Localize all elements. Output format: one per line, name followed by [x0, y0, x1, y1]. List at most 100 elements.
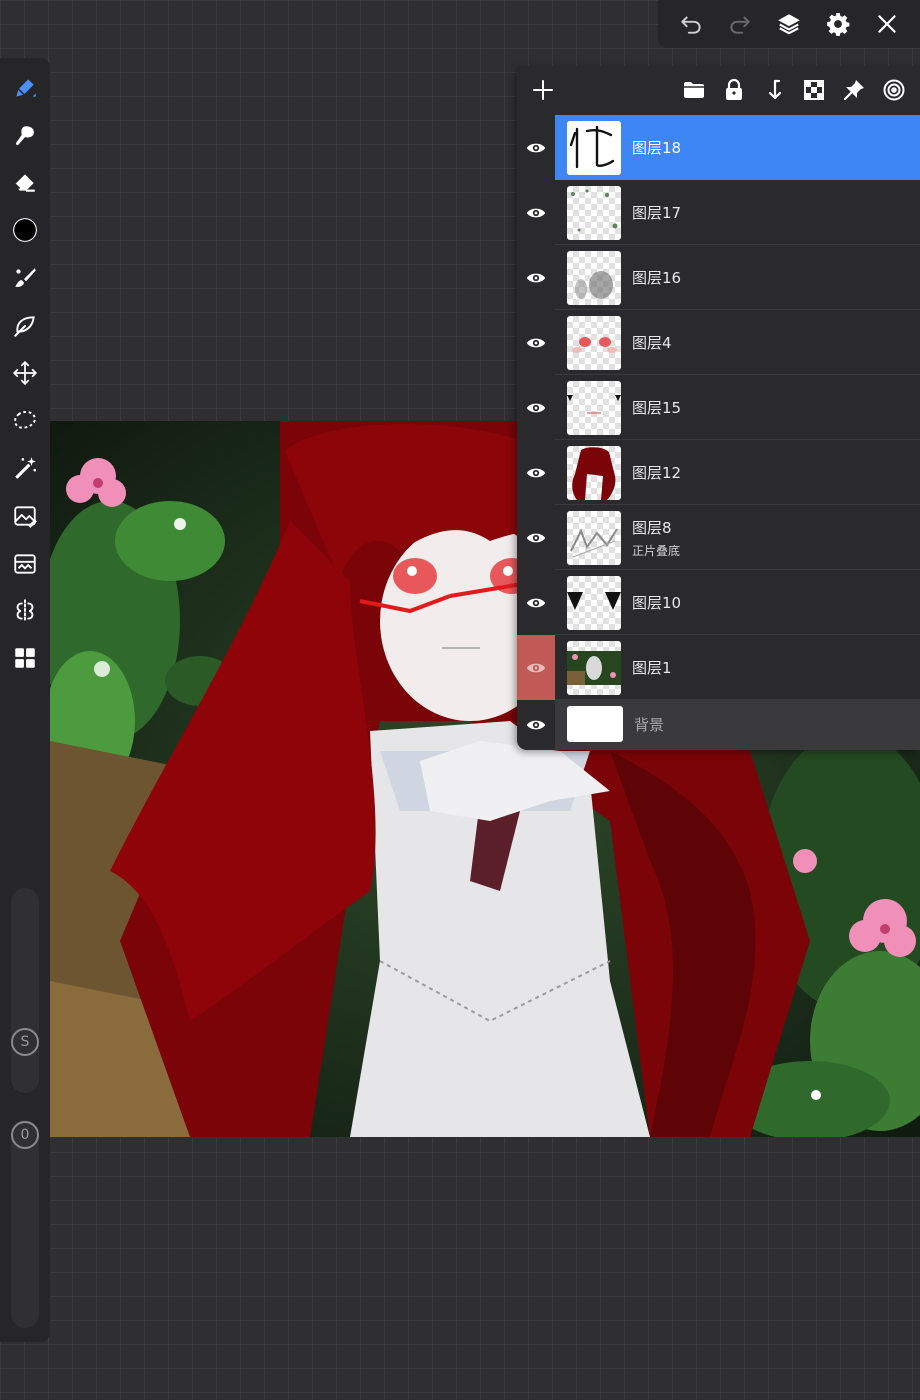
- visibility-toggle[interactable]: [517, 310, 555, 375]
- visibility-toggle[interactable]: [517, 635, 555, 700]
- eye-icon: [526, 663, 546, 672]
- redo-icon: [730, 16, 750, 34]
- symmetry-tool[interactable]: [7, 593, 43, 629]
- pin-button[interactable]: [838, 74, 870, 106]
- color-swatch-icon: [13, 218, 37, 242]
- eye-icon: [526, 208, 546, 217]
- folder-icon: [684, 82, 704, 98]
- close-icon: [878, 15, 897, 33]
- lock-layer-button[interactable]: [718, 74, 750, 106]
- visibility-toggle[interactable]: [517, 375, 555, 440]
- undo-icon: [680, 16, 701, 34]
- fill-tool[interactable]: [7, 308, 43, 344]
- eraser-icon: [14, 174, 35, 192]
- add-layer-button[interactable]: [527, 74, 559, 106]
- opacity-slider[interactable]: [11, 1120, 39, 1328]
- layer-row[interactable]: 图层12: [517, 440, 920, 505]
- size-slider-label: S: [11, 1028, 39, 1056]
- layers-icon: [778, 14, 800, 35]
- layer-name: 背景: [634, 716, 665, 734]
- layer-name: 图层16: [632, 269, 682, 287]
- layer-row[interactable]: 图层18: [517, 115, 920, 180]
- left-toolbar: S 0: [0, 58, 50, 1342]
- layer-row[interactable]: 图层1: [517, 635, 920, 700]
- layer-thumbnail: [567, 251, 621, 305]
- transform-tool[interactable]: [7, 355, 43, 391]
- visibility-toggle[interactable]: [517, 115, 555, 180]
- background-color-swatch: [567, 706, 623, 742]
- gear-icon: [827, 13, 850, 36]
- layer-name: 图层10: [632, 594, 682, 612]
- new-folder-button[interactable]: [678, 74, 710, 106]
- leaf-icon: [14, 316, 35, 337]
- layer-thumbnail: [567, 641, 621, 695]
- settings-button[interactable]: [821, 7, 855, 41]
- layers-button[interactable]: [772, 7, 806, 41]
- layer-row[interactable]: 图层10: [517, 570, 920, 635]
- lock-icon: [726, 78, 742, 100]
- layer-name: 图层8: [632, 519, 672, 537]
- add-icon: [533, 80, 553, 100]
- smudge-tool[interactable]: [7, 118, 43, 154]
- eye-icon: [526, 143, 546, 152]
- merge-down-button[interactable]: [758, 74, 790, 106]
- magic-wand-icon: [15, 457, 37, 479]
- move-icon: [13, 361, 37, 385]
- eye-icon: [526, 338, 546, 347]
- visibility-toggle[interactable]: [517, 180, 555, 245]
- reference-icon: [14, 554, 36, 574]
- color-picker[interactable]: [7, 212, 43, 248]
- eye-icon: [526, 273, 546, 282]
- visibility-toggle[interactable]: [517, 570, 555, 635]
- layer-row[interactable]: 图层15: [517, 375, 920, 440]
- visibility-toggle[interactable]: [517, 700, 555, 750]
- image-edit-icon: [14, 506, 37, 528]
- top-toolbar: [658, 0, 920, 48]
- layer-thumbnail: [567, 186, 621, 240]
- layer-name: 图层17: [632, 204, 682, 222]
- pen-tool[interactable]: [7, 70, 43, 106]
- layer-thumbnail: [567, 446, 621, 500]
- lasso-tool[interactable]: [7, 403, 43, 439]
- eye-icon: [526, 468, 546, 477]
- target-icon: [883, 79, 905, 101]
- gallery-tool[interactable]: [7, 640, 43, 676]
- layer-row[interactable]: 图层16: [517, 245, 920, 310]
- visibility-toggle[interactable]: [517, 505, 555, 570]
- eye-icon: [526, 598, 546, 607]
- size-slider[interactable]: [11, 888, 39, 1093]
- grid-icon: [15, 648, 35, 668]
- layer-name: 图层18: [632, 139, 682, 157]
- brush-tool[interactable]: [7, 260, 43, 296]
- visibility-toggle[interactable]: [517, 440, 555, 505]
- layers-panel: 图层18 图层17 图层16 图层4 图层15 图层12 图层8 正片叠底 图层…: [517, 66, 920, 750]
- merge-down-icon: [768, 79, 782, 100]
- reference-layer-button[interactable]: [878, 74, 910, 106]
- layer-row[interactable]: 图层8 正片叠底: [517, 505, 920, 570]
- layer-thumbnail: [567, 381, 621, 435]
- eye-icon: [526, 403, 546, 412]
- eye-icon: [526, 720, 546, 730]
- layer-thumbnail: [567, 576, 621, 630]
- redo-button[interactable]: [723, 7, 757, 41]
- alpha-lock-button[interactable]: [798, 74, 830, 106]
- undo-button[interactable]: [674, 7, 708, 41]
- opacity-slider-label: 0: [11, 1121, 39, 1149]
- layer-thumbnail: [567, 511, 621, 565]
- layer-name: 图层12: [632, 464, 682, 482]
- background-layer-row[interactable]: 背景: [517, 700, 920, 750]
- layers-panel-header: [517, 66, 920, 115]
- eraser-tool[interactable]: [7, 164, 43, 200]
- image-tool[interactable]: [7, 498, 43, 534]
- pen-icon: [16, 79, 36, 97]
- reference-tool[interactable]: [7, 546, 43, 582]
- layer-thumbnail: [567, 121, 621, 175]
- layer-row[interactable]: 图层17: [517, 180, 920, 245]
- smudge-icon: [16, 126, 34, 146]
- visibility-toggle[interactable]: [517, 245, 555, 310]
- layer-row[interactable]: 图层4: [517, 310, 920, 375]
- close-button[interactable]: [870, 7, 904, 41]
- magic-wand-tool[interactable]: [7, 450, 43, 486]
- layer-name: 图层1: [632, 659, 672, 677]
- layer-name: 图层15: [632, 399, 682, 417]
